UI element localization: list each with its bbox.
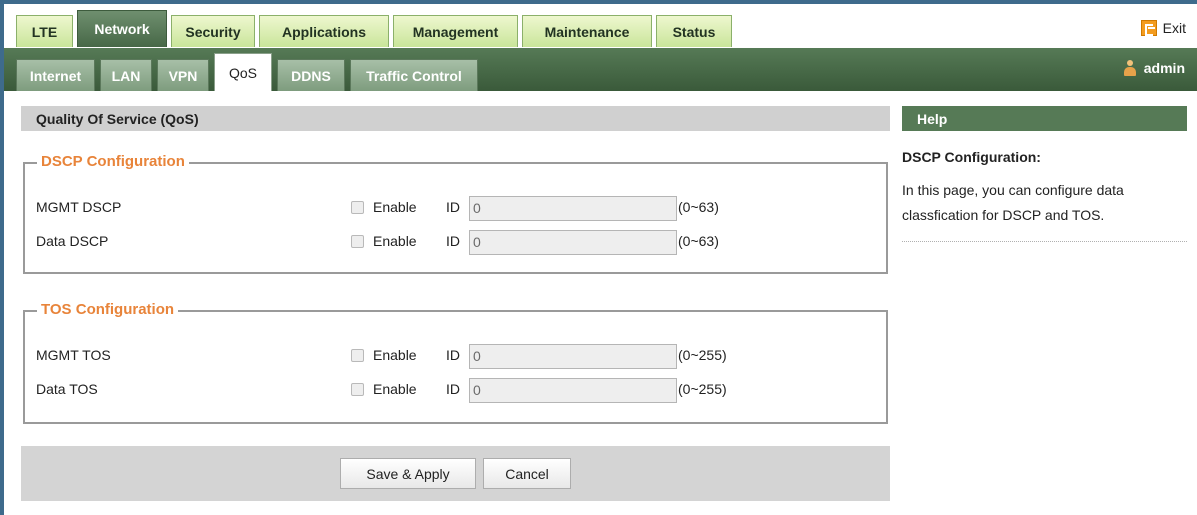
- page-title: Quality Of Service (QoS): [21, 106, 890, 131]
- mgmt-tos-enable-checkbox[interactable]: [351, 349, 364, 362]
- cancel-button[interactable]: Cancel: [483, 458, 571, 489]
- dscp-configuration-group: DSCP Configuration MGMT DSCP Enable ID 0…: [23, 153, 888, 274]
- top-nav-bar: LTE Network Security Applications Manage…: [4, 4, 1197, 48]
- mgmt-tos-range: (0~255): [678, 347, 727, 363]
- sub-nav-bar: Internet LAN VPN QoS DDNS Traffic Contro…: [4, 48, 1197, 91]
- help-text: In this page, you can configure data cla…: [902, 182, 1124, 223]
- data-dscp-row: Data DSCP Enable ID 0 (0~63): [25, 228, 886, 256]
- action-bar: Save & Apply Cancel: [21, 446, 890, 501]
- data-dscp-enable-checkbox[interactable]: [351, 235, 364, 248]
- data-dscp-enable-label: Enable: [373, 233, 417, 249]
- help-header: Help: [902, 106, 1187, 131]
- exit-icon: [1140, 20, 1157, 36]
- help-divider: [902, 241, 1187, 242]
- mgmt-dscp-row: MGMT DSCP Enable ID 0 (0~63): [25, 194, 886, 222]
- data-dscp-range: (0~63): [678, 233, 719, 249]
- tab-network[interactable]: Network: [77, 10, 167, 47]
- subtab-ddns[interactable]: DDNS: [277, 59, 345, 91]
- tab-status-label: Status: [672, 23, 716, 40]
- mgmt-tos-id-label: ID: [446, 347, 460, 363]
- data-dscp-id-label: ID: [446, 233, 460, 249]
- subtab-qos-label: QoS: [228, 64, 257, 81]
- subtab-internet-label: Internet: [29, 67, 82, 84]
- tos-legend: TOS Configuration: [37, 301, 179, 319]
- user-icon: [1123, 60, 1136, 76]
- mgmt-tos-enable-label: Enable: [373, 347, 417, 363]
- data-tos-enable-label: Enable: [373, 381, 417, 397]
- tab-management[interactable]: Management: [393, 15, 518, 47]
- tab-lte-label: LTE: [31, 23, 58, 40]
- user-name: admin: [1143, 60, 1185, 76]
- top-tabs: LTE Network Security Applications Manage…: [16, 10, 736, 47]
- data-dscp-label: Data DSCP: [36, 233, 109, 249]
- data-tos-label: Data TOS: [36, 381, 98, 397]
- mgmt-dscp-enable-checkbox[interactable]: [351, 201, 364, 214]
- subtab-lan-label: LAN: [111, 67, 141, 84]
- mgmt-dscp-id-input[interactable]: 0: [469, 196, 677, 221]
- mgmt-tos-label: MGMT TOS: [36, 347, 111, 363]
- tab-maintenance[interactable]: Maintenance: [522, 15, 652, 47]
- user-indicator: admin: [1123, 60, 1185, 76]
- data-dscp-id-input[interactable]: 0: [469, 230, 677, 255]
- exit-label: Exit: [1162, 20, 1186, 36]
- tab-status[interactable]: Status: [656, 15, 732, 47]
- mgmt-dscp-label: MGMT DSCP: [36, 199, 122, 215]
- subtab-traffic-control[interactable]: Traffic Control: [350, 59, 478, 91]
- subtab-ddns-label: DDNS: [291, 67, 331, 84]
- help-title: DSCP Configuration:: [902, 149, 1041, 165]
- tab-security[interactable]: Security: [171, 15, 255, 47]
- mgmt-tos-id-input[interactable]: 0: [469, 344, 677, 369]
- subtab-lan[interactable]: LAN: [100, 59, 152, 91]
- tos-configuration-group: TOS Configuration MGMT TOS Enable ID 0 (…: [23, 301, 888, 424]
- subtab-traffic-control-label: Traffic Control: [366, 67, 462, 84]
- mgmt-dscp-range: (0~63): [678, 199, 719, 215]
- subtab-qos[interactable]: QoS: [214, 53, 272, 91]
- data-tos-row: Data TOS Enable ID 0 (0~255): [25, 376, 886, 404]
- save-apply-button[interactable]: Save & Apply: [340, 458, 476, 489]
- sub-tabs: Internet LAN VPN QoS DDNS Traffic Contro…: [16, 53, 483, 91]
- data-tos-range: (0~255): [678, 381, 727, 397]
- tab-applications[interactable]: Applications: [259, 15, 389, 47]
- tab-applications-label: Applications: [281, 23, 366, 40]
- tab-network-label: Network: [94, 21, 150, 37]
- tab-maintenance-label: Maintenance: [544, 23, 630, 40]
- data-tos-enable-checkbox[interactable]: [351, 383, 364, 396]
- tab-lte[interactable]: LTE: [16, 15, 73, 47]
- data-tos-id-label: ID: [446, 381, 460, 397]
- dscp-legend: DSCP Configuration: [37, 153, 189, 171]
- mgmt-tos-row: MGMT TOS Enable ID 0 (0~255): [25, 342, 886, 370]
- exit-link[interactable]: Exit: [1140, 20, 1186, 36]
- tab-management-label: Management: [412, 23, 499, 40]
- data-tos-id-input[interactable]: 0: [469, 378, 677, 403]
- subtab-internet[interactable]: Internet: [16, 59, 95, 91]
- mgmt-dscp-id-label: ID: [446, 199, 460, 215]
- mgmt-dscp-enable-label: Enable: [373, 199, 417, 215]
- tab-security-label: Security: [185, 23, 241, 40]
- subtab-vpn[interactable]: VPN: [157, 59, 209, 91]
- subtab-vpn-label: VPN: [168, 67, 198, 84]
